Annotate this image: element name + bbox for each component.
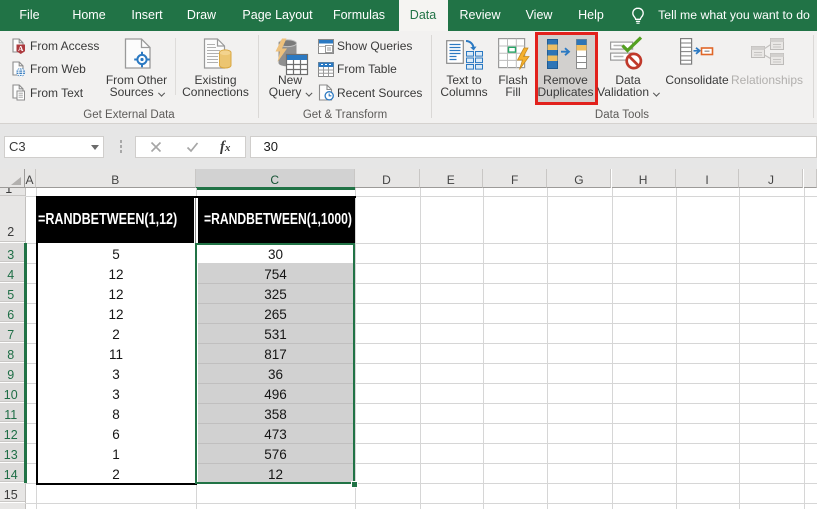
svg-text:A: A <box>18 44 24 53</box>
